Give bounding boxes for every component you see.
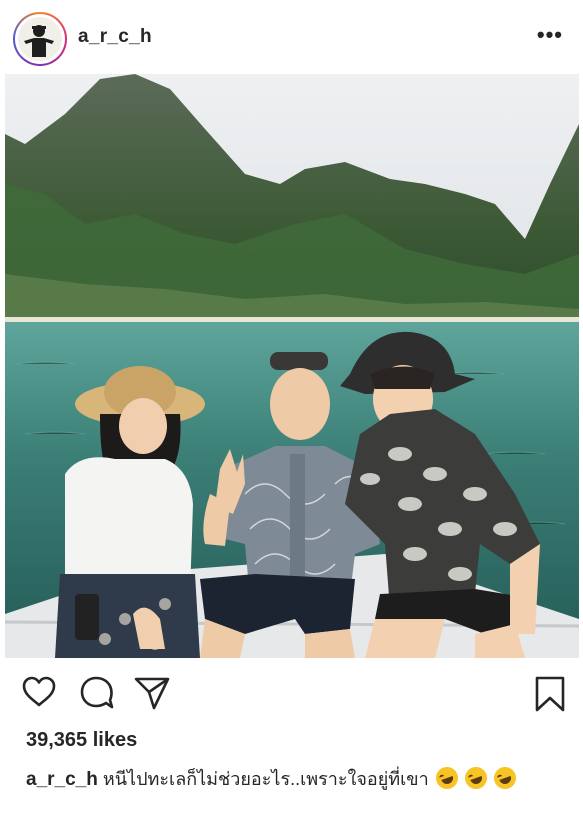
more-options-icon[interactable]: ••• <box>537 22 563 48</box>
post-caption: a_r_c_h หนีไปทะเลก็ไม่ช่วยอะไร..เพราะใจอ… <box>26 763 566 794</box>
post-header: a_r_c_h ••• <box>0 0 583 74</box>
bookmark-icon[interactable] <box>534 676 566 717</box>
comment-icon[interactable] <box>80 676 114 715</box>
post-photo[interactable] <box>5 74 579 658</box>
avatar[interactable] <box>13 12 67 66</box>
rofl-emoji-icon <box>432 763 461 793</box>
caption-username[interactable]: a_r_c_h <box>26 769 98 790</box>
rofl-emoji-icon <box>461 763 490 793</box>
caption-text: หนีไปทะเลก็ไม่ช่วยอะไร..เพราะใจอยู่ที่เข… <box>102 769 429 789</box>
photo-illustration <box>5 74 579 658</box>
send-icon[interactable] <box>134 676 170 715</box>
rofl-emoji-icon <box>490 763 519 793</box>
avatar-silhouette-icon <box>24 25 54 57</box>
post-actions <box>0 672 583 712</box>
heart-icon[interactable] <box>22 676 56 713</box>
username[interactable]: a_r_c_h <box>78 26 152 48</box>
like-count[interactable]: 39,365 likes <box>26 729 137 752</box>
avatar-image <box>18 17 62 61</box>
